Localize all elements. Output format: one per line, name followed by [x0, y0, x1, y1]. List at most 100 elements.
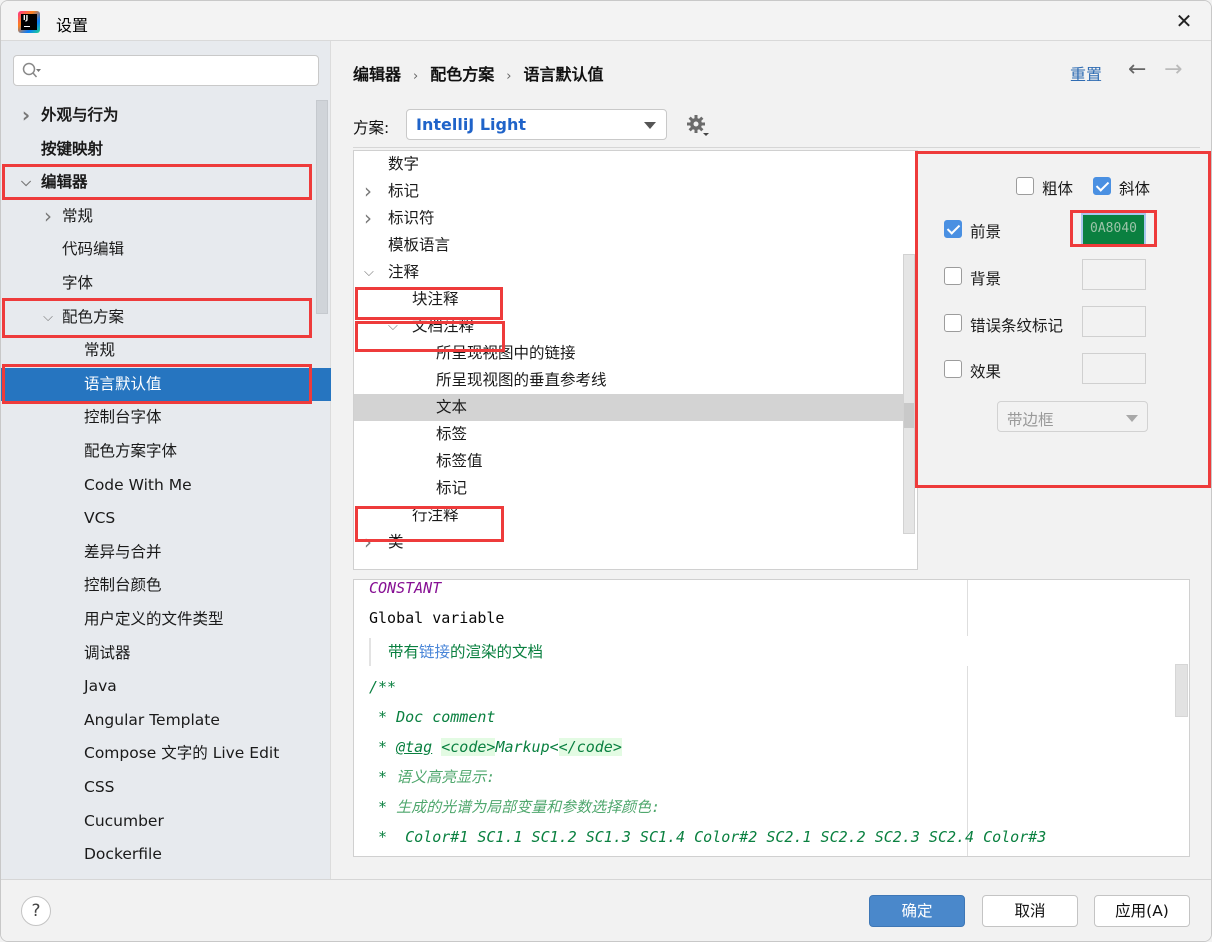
attribute-tree-item[interactable]: 标签值	[354, 448, 917, 475]
apply-button[interactable]: 应用(A)	[1094, 895, 1190, 927]
sidebar-item-label: Compose 文字的 Live Edit	[84, 744, 280, 763]
attribute-tree-item[interactable]: 模板语言	[354, 232, 917, 259]
effects-color-swatch[interactable]	[1082, 353, 1146, 384]
sidebar-item[interactable]: Cucumber	[1, 805, 331, 838]
sidebar-item[interactable]: CSS	[1, 771, 331, 804]
italic-checkbox[interactable]	[1093, 177, 1111, 195]
cancel-button[interactable]: 取消	[982, 895, 1078, 927]
chevron-right-icon[interactable]: ›	[19, 99, 33, 132]
sidebar-item[interactable]: Code With Me	[1, 469, 331, 502]
background-color-swatch[interactable]	[1082, 259, 1146, 290]
attribute-tree-item[interactable]: 数字	[354, 151, 917, 178]
doc-star: *	[378, 798, 388, 816]
reset-link[interactable]: 重置	[1070, 61, 1102, 85]
sidebar-item[interactable]: 配色方案字体	[1, 435, 331, 468]
sidebar-item[interactable]: VCS	[1, 502, 331, 535]
attribute-tree-item[interactable]: 块注释	[354, 286, 917, 313]
sidebar-item-label: 调试器	[84, 643, 131, 662]
chevron-right-icon[interactable]: ›	[364, 178, 372, 205]
attribute-tree-item[interactable]: 所呈现视图的垂直参考线	[354, 367, 917, 394]
sidebar-item[interactable]: 语言默认值	[1, 367, 331, 401]
bold-checkbox[interactable]	[1016, 177, 1034, 195]
sidebar-item[interactable]: Angular Template	[1, 704, 331, 737]
code-preview[interactable]: CONSTANT Global variable 带有链接的渲染的文档 /** …	[353, 579, 1190, 857]
attribute-tree-item[interactable]: 标记	[354, 475, 917, 502]
breadcrumb-item[interactable]: 编辑器	[353, 65, 401, 84]
sidebar-item[interactable]: 调试器	[1, 637, 331, 670]
title-bar: IJ 设置 ✕	[1, 1, 1211, 41]
rendered-doc-link[interactable]: 链接	[419, 643, 450, 661]
help-button[interactable]: ?	[21, 896, 51, 926]
preview-line-doc-open: /**	[369, 678, 397, 696]
scrollbar-thumb[interactable]	[904, 403, 914, 428]
attribute-tree-item[interactable]: 所呈现视图中的链接	[354, 340, 917, 367]
doc-semantic-text: 语义高亮显示:	[396, 768, 496, 786]
chevron-down-icon[interactable]: ⌵	[41, 301, 55, 334]
error-stripe-color-swatch[interactable]	[1082, 306, 1146, 337]
sidebar-scrollbar[interactable]	[316, 100, 328, 314]
sidebar-item[interactable]: › 外观与行为	[1, 99, 331, 132]
preview-scrollbar[interactable]	[1175, 664, 1188, 717]
chevron-down-icon[interactable]: ⌵	[364, 259, 374, 286]
doc-spectrum-text: 生成的光谱为局部变量和参数选择颜色:	[396, 798, 661, 816]
chevron-right-icon[interactable]: ›	[364, 205, 372, 232]
sidebar-item[interactable]: Java	[1, 670, 331, 703]
sidebar-item-label: 编辑器	[41, 173, 88, 192]
scheme-dropdown[interactable]: IntelliJ Light	[406, 109, 667, 140]
effects-checkbox[interactable]	[944, 360, 962, 378]
intellij-logo-icon: IJ	[18, 11, 40, 33]
effect-type-dropdown[interactable]: 带边框	[997, 401, 1148, 432]
foreground-checkbox[interactable]	[944, 220, 962, 238]
foreground-color-swatch[interactable]: 0A8040	[1081, 213, 1146, 246]
attribute-tree-item-label: 注释	[388, 263, 420, 281]
sidebar-item[interactable]: 按键映射	[1, 133, 331, 166]
attribute-tree-item-label: 标签值	[436, 452, 483, 470]
close-button[interactable]: ✕	[1167, 7, 1201, 35]
attribute-tree-item[interactable]: ⌵ 文档注释	[354, 313, 917, 340]
forward-arrow-icon[interactable]: →	[1164, 57, 1182, 82]
sidebar-item[interactable]: 字体	[1, 267, 331, 300]
sidebar-item[interactable]: 差异与合并	[1, 536, 331, 569]
preview-line-semantic: * 语义高亮显示:	[369, 762, 495, 792]
chevron-right-icon[interactable]: ›	[364, 529, 372, 556]
sidebar-item[interactable]: Compose 文字的 Live Edit	[1, 737, 331, 770]
attributes-tree: 数字 › 标记 › 标识符 模板语言 ⌵ 注释 块注释 ⌵ 文档注释 所呈现视图中的链接 所呈现视图的垂…	[353, 150, 918, 570]
sidebar-item[interactable]: 控制台颜色	[1, 569, 331, 602]
attribute-tree-item-label: 模板语言	[388, 236, 451, 254]
settings-search-input[interactable]	[13, 55, 319, 86]
chevron-right-icon[interactable]: ›	[41, 200, 55, 233]
chevron-down-icon[interactable]: ⌵	[19, 166, 33, 199]
error-stripe-checkbox[interactable]	[944, 314, 962, 332]
dialog-footer: ? 确定 取消 应用(A)	[1, 879, 1211, 941]
sidebar-item[interactable]: 控制台字体	[1, 401, 331, 434]
attribute-tree-item-label: 标记	[388, 182, 420, 200]
sidebar-item[interactable]: ⌵ 编辑器	[1, 166, 331, 199]
attribute-tree-item[interactable]: › 标记	[354, 178, 917, 205]
rendered-doc: 带有链接的渲染的文档	[369, 638, 869, 666]
breadcrumb-item[interactable]: 配色方案	[430, 65, 494, 84]
breadcrumb: 编辑器 › 配色方案 › 语言默认值	[353, 61, 603, 85]
doc-tag: @tag	[396, 738, 433, 756]
sidebar-item[interactable]: 常规	[1, 334, 331, 367]
ok-button[interactable]: 确定	[869, 895, 965, 927]
background-checkbox[interactable]	[944, 267, 962, 285]
chevron-down-icon[interactable]: ⌵	[388, 313, 398, 340]
sidebar-item[interactable]: Dockerfile	[1, 838, 331, 871]
attribute-tree-item[interactable]: › 标识符	[354, 205, 917, 232]
sidebar-item-label: 控制台颜色	[84, 576, 162, 595]
attribute-tree-item[interactable]: 行注释	[354, 502, 917, 529]
back-arrow-icon[interactable]: ←	[1128, 57, 1146, 82]
attribute-tree-item-label: 类	[388, 533, 404, 551]
gear-icon[interactable]	[686, 114, 710, 138]
attribute-tree-item[interactable]: 文本	[354, 394, 917, 421]
attribute-tree-item[interactable]: 标签	[354, 421, 917, 448]
sidebar-item[interactable]: 代码编辑	[1, 233, 331, 266]
sidebar-item[interactable]: 用户定义的文件类型	[1, 603, 331, 636]
sidebar-item[interactable]: › 常规	[1, 200, 331, 233]
attributes-tree-scrollbar[interactable]	[903, 254, 915, 534]
breadcrumb-separator: ›	[506, 69, 512, 84]
attribute-tree-item[interactable]: › 类	[354, 529, 917, 556]
attribute-tree-item[interactable]: ⌵ 注释	[354, 259, 917, 286]
sidebar-item[interactable]: ⌵ 配色方案	[1, 301, 331, 334]
preview-line-colors: * Color#1 SC1.1 SC1.2 SC1.3 SC1.4 Color#…	[369, 822, 1046, 852]
